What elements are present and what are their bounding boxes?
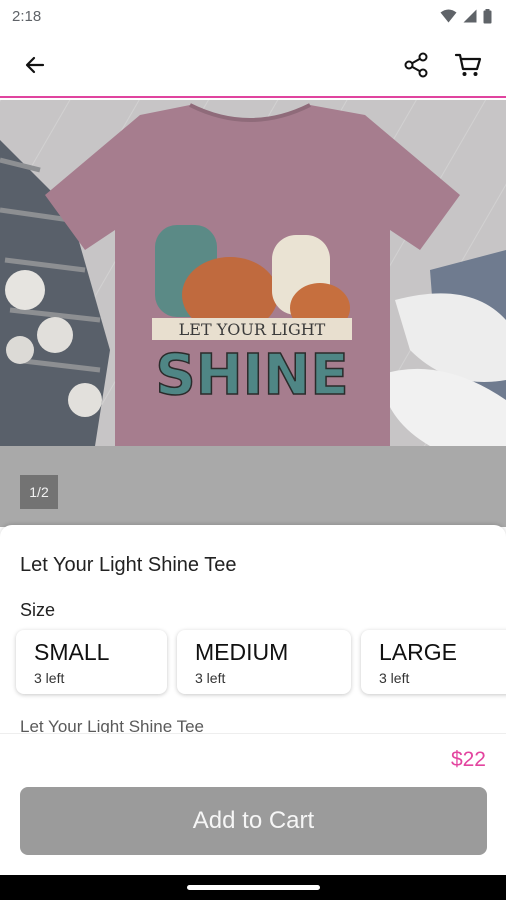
page-indicator: 1/2	[20, 475, 58, 509]
size-label: Size	[20, 600, 56, 620]
size-stock: 3 left	[195, 670, 226, 686]
t-shirt-illustration: LET YOUR LIGHT SHINE	[0, 100, 506, 446]
wifi-icon	[440, 9, 457, 23]
size-name: SMALL	[34, 639, 110, 665]
shopping-cart-icon	[454, 53, 482, 76]
svg-text:LET YOUR LIGHT: LET YOUR LIGHT	[179, 320, 326, 339]
svg-text:SHINE: SHINE	[155, 343, 348, 408]
product-image[interactable]: LET YOUR LIGHT SHINE	[0, 100, 506, 446]
product-title: Let Your Light Shine Tee	[20, 554, 237, 576]
status-time: 2:18	[12, 7, 42, 25]
size-name: LARGE	[379, 639, 457, 665]
battery-icon	[483, 8, 492, 23]
status-icons	[440, 8, 492, 24]
size-option-small[interactable]: SMALL 3 left	[16, 630, 167, 694]
back-button[interactable]	[13, 43, 57, 87]
app-bar	[0, 32, 506, 98]
size-option-medium[interactable]: MEDIUM 3 left	[177, 630, 351, 694]
cart-button[interactable]	[446, 43, 490, 87]
system-navigation-bar	[0, 875, 506, 900]
size-options: SMALL 3 left MEDIUM 3 left LARGE 3 left	[16, 630, 506, 694]
share-button[interactable]	[394, 43, 438, 87]
add-to-cart-button[interactable]: Add to Cart	[20, 787, 487, 855]
purchase-footer: $22 Add to Cart	[0, 733, 506, 875]
size-stock: 3 left	[34, 670, 65, 686]
status-bar: 2:18	[0, 0, 506, 32]
size-option-large[interactable]: LARGE 3 left	[361, 630, 506, 694]
share-icon	[404, 52, 428, 78]
size-stock: 3 left	[379, 670, 410, 686]
product-details-sheet: Let Your Light Shine Tee Size SMALL 3 le…	[0, 525, 506, 875]
arrow-left-icon	[25, 56, 45, 74]
signal-icon	[463, 9, 477, 23]
product-price: $22	[450, 748, 486, 771]
home-handle[interactable]	[187, 885, 320, 890]
product-gallery[interactable]: LET YOUR LIGHT SHINE 1/2	[0, 100, 506, 527]
size-name: MEDIUM	[195, 639, 289, 665]
